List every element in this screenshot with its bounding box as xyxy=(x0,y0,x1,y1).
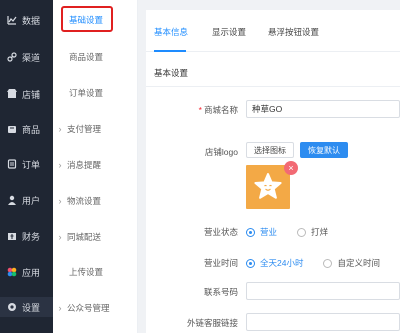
chevron-right-icon: › xyxy=(58,303,62,313)
phone-input[interactable] xyxy=(246,282,400,300)
hours-label: 营业时间 xyxy=(203,258,238,268)
sidebar-item-label: 用户 xyxy=(22,195,41,206)
tab-basic-info[interactable]: 基本信息 xyxy=(154,26,188,38)
main-sidebar: 数据 渠道 店铺 商品 订单 用户 财务 应用 设置 xyxy=(0,0,53,333)
sidebar-item-user[interactable]: 用户 xyxy=(0,190,53,210)
hours-custom-label[interactable]: 自定义时间 xyxy=(337,257,380,269)
hours-radio-group: 全天24小时 自定义时间 xyxy=(246,257,400,269)
submenu-item-goods-settings[interactable]: 商品设置 xyxy=(53,47,138,67)
hours-custom-radio[interactable] xyxy=(323,258,333,268)
tab-display-settings[interactable]: 显示设置 xyxy=(212,26,246,38)
chevron-right-icon: › xyxy=(58,160,62,170)
store-icon xyxy=(7,89,17,99)
hours-allday-radio[interactable] xyxy=(246,258,255,268)
submenu-item-notifications[interactable]: › 消息提醒 xyxy=(53,155,138,175)
status-closed-label[interactable]: 打烊 xyxy=(311,226,328,238)
phone-label: 联系号码 xyxy=(203,287,238,297)
sidebar-item-label: 商品 xyxy=(22,124,41,135)
sidebar-item-settings[interactable]: 设置 xyxy=(0,297,53,317)
remove-logo-button[interactable]: × xyxy=(284,161,298,175)
sidebar-item-label: 渠道 xyxy=(22,52,41,63)
divider xyxy=(146,86,400,87)
submenu-item-order-settings[interactable]: 订单设置 xyxy=(53,83,138,103)
star-face-icon xyxy=(254,173,282,199)
user-icon xyxy=(7,195,17,205)
submenu-item-official-account[interactable]: › 公众号管理 xyxy=(53,298,138,318)
order-icon xyxy=(7,159,17,169)
choose-icon-button[interactable]: 选择图标 xyxy=(246,142,294,158)
required-mark: * xyxy=(198,105,202,115)
settings-icon xyxy=(7,302,17,312)
status-radio-group: 营业 打烊 xyxy=(246,226,348,238)
service-link-label: 外链客服链接 xyxy=(186,318,238,328)
status-label: 营业状态 xyxy=(203,227,238,237)
tab-float-button-settings[interactable]: 悬浮按钮设置 xyxy=(268,26,319,38)
sidebar-item-data[interactable]: 数据 xyxy=(0,10,53,30)
sidebar-item-channel[interactable]: 渠道 xyxy=(0,47,53,67)
sidebar-item-label: 订单 xyxy=(22,159,41,170)
settings-panel: 基本信息 显示设置 悬浮按钮设置 基本设置 * 商城名称 种草GO 店铺logo … xyxy=(146,10,400,333)
sidebar-item-label: 设置 xyxy=(22,302,41,313)
service-link-input[interactable] xyxy=(246,313,400,331)
section-title: 基本设置 xyxy=(154,68,189,78)
shop-name-input[interactable]: 种草GO xyxy=(246,100,400,118)
submenu-item-payment[interactable]: › 支付管理 xyxy=(53,119,138,139)
chart-line-icon xyxy=(7,15,17,25)
sidebar-item-order[interactable]: 订单 xyxy=(0,154,53,174)
chevron-right-icon: › xyxy=(58,232,62,242)
status-open-label[interactable]: 营业 xyxy=(260,226,277,238)
sidebar-item-label: 应用 xyxy=(22,267,41,278)
sidebar-item-label: 数据 xyxy=(22,15,41,26)
submenu-item-logistics[interactable]: › 物流设置 xyxy=(53,191,138,211)
sidebar-item-goods[interactable]: 商品 xyxy=(0,119,53,139)
status-open-radio[interactable] xyxy=(246,227,255,237)
active-tab-indicator xyxy=(154,50,186,52)
apps-icon xyxy=(7,267,17,277)
sidebar-item-label: 财务 xyxy=(22,231,41,242)
submenu-item-basic-settings[interactable]: 基础设置 xyxy=(53,10,138,30)
submenu-item-upload-settings[interactable]: 上传设置 xyxy=(53,262,138,282)
chevron-right-icon: › xyxy=(58,124,62,134)
status-closed-radio[interactable] xyxy=(297,227,307,237)
hours-allday-label[interactable]: 全天24小时 xyxy=(260,257,303,269)
finance-icon xyxy=(7,231,17,241)
chevron-right-icon: › xyxy=(58,196,62,206)
sidebar-item-apps[interactable]: 应用 xyxy=(0,262,53,282)
logo-label: 店铺logo xyxy=(204,147,238,157)
settings-submenu: 基础设置 商品设置 订单设置 › 支付管理 › 消息提醒 › 物流设置 › 同城… xyxy=(53,0,138,333)
submenu-item-local-delivery[interactable]: › 同城配送 xyxy=(53,227,138,247)
restore-default-button[interactable]: 恢复默认 xyxy=(300,142,348,158)
shop-name-label: * 商城名称 xyxy=(198,105,238,115)
shop-logo-preview xyxy=(246,165,290,209)
sidebar-item-label: 店铺 xyxy=(22,89,41,100)
sidebar-item-finance[interactable]: 财务 xyxy=(0,226,53,246)
goods-icon xyxy=(7,124,17,134)
link-icon xyxy=(7,52,17,62)
sidebar-item-store[interactable]: 店铺 xyxy=(0,84,53,104)
tab-bar: 基本信息 显示设置 悬浮按钮设置 xyxy=(146,10,400,52)
